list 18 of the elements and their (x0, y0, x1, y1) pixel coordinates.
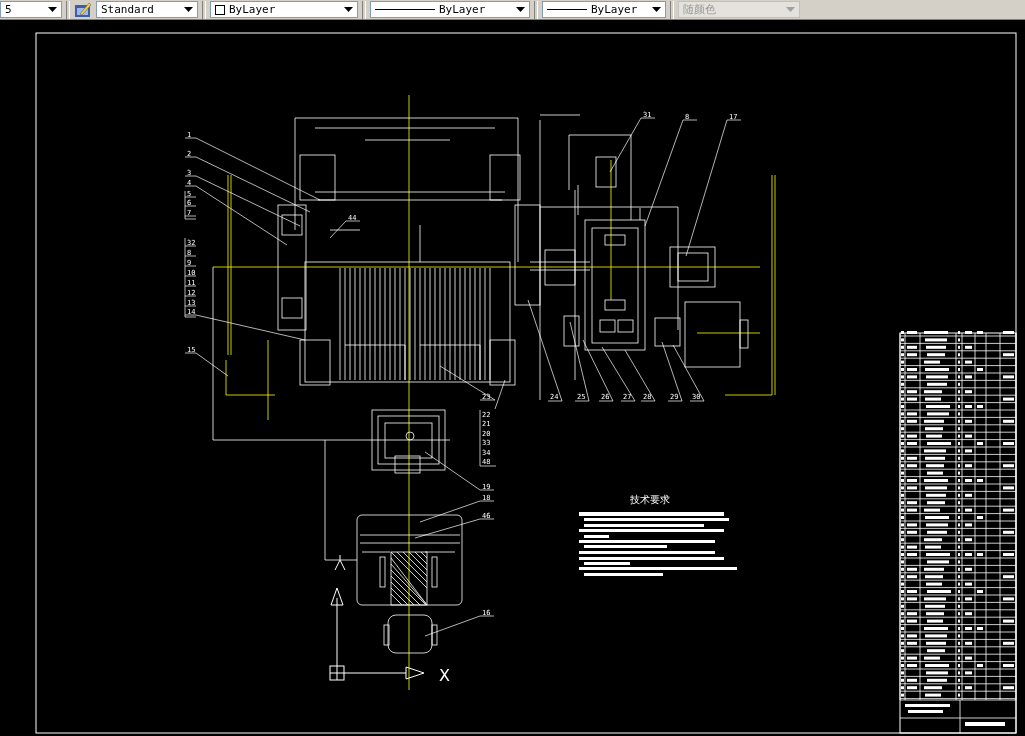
line-sample-icon (547, 9, 587, 10)
caret-icon (48, 7, 57, 12)
caret-icon (786, 7, 795, 12)
text-style-icon[interactable] (74, 1, 92, 18)
color-swatch-icon (215, 4, 225, 15)
caret-icon (344, 7, 353, 12)
linetype-dropdown[interactable]: ByLayer (370, 1, 530, 18)
layer-dropdown[interactable]: ByLayer (210, 1, 358, 18)
caret-icon (652, 7, 661, 12)
caret-icon (184, 7, 193, 12)
caret-icon (516, 7, 525, 12)
line-sample-icon (375, 9, 435, 10)
style-dropdown[interactable]: Standard (96, 1, 198, 18)
ucs-icon (329, 554, 425, 681)
notes-title: 技术要求 (630, 494, 670, 505)
lineweight-dropdown[interactable]: ByLayer (542, 1, 666, 18)
axis-label: X (439, 666, 450, 685)
dropdown-dropdown[interactable]: 5 (0, 1, 62, 18)
